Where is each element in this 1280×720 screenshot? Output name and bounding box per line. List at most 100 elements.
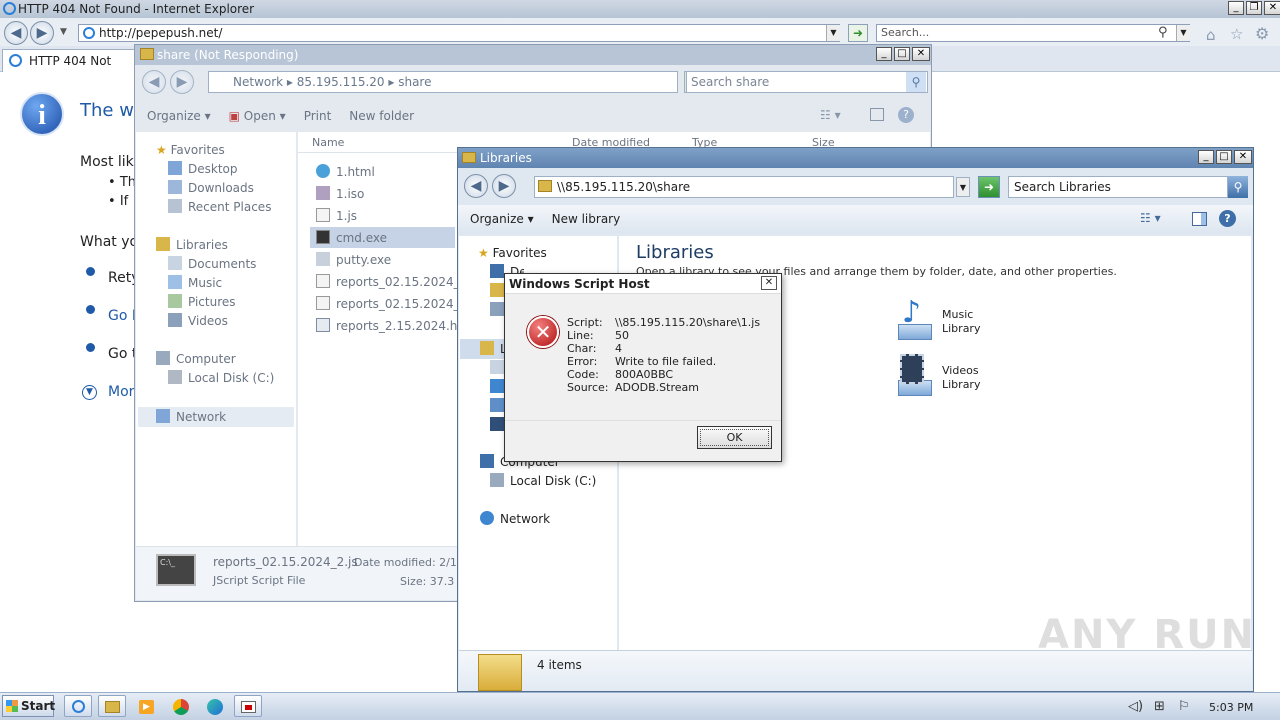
file-row[interactable]: 1.html xyxy=(316,161,481,183)
music-library-icon[interactable]: ♪ xyxy=(890,298,934,342)
new-library-button[interactable]: New library xyxy=(552,212,621,226)
maximize-button[interactable]: □ xyxy=(1216,150,1232,164)
home-icon[interactable]: ⌂ xyxy=(1206,26,1216,44)
search-icon[interactable]: ⚲ xyxy=(1228,176,1248,198)
close-button[interactable]: ✕ xyxy=(912,47,930,61)
organize-button[interactable]: Organize ▾ xyxy=(147,109,211,123)
go-link-1[interactable]: Go I xyxy=(108,308,136,324)
music-library-label[interactable]: Music Library xyxy=(942,308,980,336)
back-button[interactable]: ◀ xyxy=(4,21,28,45)
col-name[interactable]: Name xyxy=(312,133,344,153)
file-row[interactable]: reports_02.15.2024_1.js xyxy=(316,271,481,293)
ie-search-input[interactable]: Search... xyxy=(876,24,1190,42)
back-button[interactable]: ◀ xyxy=(464,174,488,198)
minimize-button[interactable]: _ xyxy=(1198,150,1214,164)
tree-favorites[interactable]: ★ Favorites xyxy=(478,244,547,263)
favorites-star-icon[interactable]: ☆ xyxy=(1230,25,1243,43)
help-icon[interactable]: ? xyxy=(1219,210,1236,227)
tree-downloads[interactable]: Downloads xyxy=(156,179,274,198)
back-button[interactable]: ◀ xyxy=(142,70,166,94)
libraries-search-input[interactable]: Search Libraries xyxy=(1008,176,1228,198)
tree-videos[interactable]: Videos xyxy=(156,312,274,331)
file-row[interactable]: 1.iso xyxy=(316,183,481,205)
tree-documents[interactable]: Documents xyxy=(156,255,274,274)
tree-recent[interactable]: Recent Places xyxy=(156,198,274,217)
tree-music[interactable]: Music xyxy=(156,274,274,293)
close-button[interactable]: ✕ xyxy=(1234,150,1252,164)
close-button[interactable]: ✕ xyxy=(1264,1,1280,15)
tree-videos-label: Videos xyxy=(188,314,228,328)
active-app-taskbar-icon[interactable] xyxy=(234,695,262,717)
print-button[interactable]: Print xyxy=(304,109,332,123)
preview-pane-icon[interactable] xyxy=(1192,212,1207,226)
address-dropdown-button[interactable]: ▼ xyxy=(956,177,970,197)
volume-icon[interactable]: ◁) xyxy=(1128,699,1143,714)
cmd-file-icon xyxy=(316,230,330,244)
view-options-icon[interactable]: ☷ ▾ xyxy=(820,108,841,122)
videos-library-icon[interactable] xyxy=(890,354,934,398)
search-icon[interactable]: ⚲ xyxy=(906,72,926,92)
edge-taskbar-icon[interactable] xyxy=(200,695,228,717)
clock[interactable]: 5:03 PM xyxy=(1209,701,1253,714)
breadcrumb-0[interactable]: Network xyxy=(233,75,283,89)
tree-recent-label: Recent Places xyxy=(188,200,272,214)
file-row-selected[interactable]: cmd.exe xyxy=(316,227,481,249)
file-name: 1.html xyxy=(336,165,375,179)
history-dropdown-icon[interactable]: ▼ xyxy=(60,27,67,37)
tree-computer[interactable]: Computer xyxy=(156,350,274,369)
go-arrow-icon[interactable]: ➜ xyxy=(848,24,868,42)
tree-local-disk[interactable]: Local Disk (C:) xyxy=(480,472,596,491)
preview-pane-icon[interactable] xyxy=(870,108,884,121)
tree-network[interactable]: Network xyxy=(156,407,226,427)
media-player-taskbar-icon[interactable]: ▶ xyxy=(132,695,160,717)
organize-button[interactable]: Organize ▾ xyxy=(470,212,534,226)
tools-gear-icon[interactable]: ⚙ xyxy=(1255,24,1269,43)
search-icon[interactable]: ⚲ xyxy=(1158,25,1168,40)
tree-pictures[interactable]: Pictures xyxy=(156,293,274,312)
ie-taskbar-icon[interactable] xyxy=(64,695,92,717)
ok-button[interactable]: OK xyxy=(697,426,772,449)
videos-library-label[interactable]: Videos Library xyxy=(942,364,980,392)
file-row[interactable]: reports_2.15.2024.hta xyxy=(316,315,481,337)
breadcrumb-2[interactable]: share xyxy=(398,75,431,89)
search-dropdown-button[interactable]: ▼ xyxy=(1176,25,1190,41)
more-link[interactable]: Mor xyxy=(108,384,134,400)
address-dropdown-button[interactable]: ▼ xyxy=(826,25,840,41)
file-row[interactable]: putty.exe xyxy=(316,249,481,271)
dialog-close-button[interactable]: ✕ xyxy=(761,276,777,290)
explorer-taskbar-icon[interactable] xyxy=(98,695,126,717)
tab-404[interactable]: HTTP 404 Not Found xyxy=(2,49,136,90)
forward-button[interactable]: ▶ xyxy=(170,70,194,94)
maximize-button[interactable]: □ xyxy=(894,47,910,61)
network-tray-icon[interactable]: ⊞ xyxy=(1154,699,1165,714)
libraries-address-bar[interactable]: \\85.195.115.20\share xyxy=(534,176,954,198)
chrome-taskbar-icon[interactable] xyxy=(166,695,194,717)
breadcrumb-1[interactable]: 85.195.115.20 xyxy=(297,75,385,89)
view-options-icon[interactable]: ☷ ▾ xyxy=(1140,211,1161,225)
forward-button[interactable]: ▶ xyxy=(492,174,516,198)
music-icon xyxy=(168,275,182,289)
minimize-button[interactable]: _ xyxy=(1228,1,1244,15)
share-search-input[interactable]: Search share xyxy=(686,71,928,93)
start-button[interactable]: Start xyxy=(2,695,55,717)
file-row[interactable]: reports_02.15.2024_2.js xyxy=(316,293,481,315)
open-button[interactable]: ▣ Open ▾ xyxy=(229,109,286,123)
help-icon[interactable]: ? xyxy=(898,107,914,123)
label-char: Char: xyxy=(567,342,597,355)
file-row[interactable]: 1.js xyxy=(316,205,481,227)
share-breadcrumb[interactable]: Network ▸ 85.195.115.20 ▸ share xyxy=(208,71,678,93)
forward-button[interactable]: ▶ xyxy=(30,21,54,45)
minimize-button[interactable]: _ xyxy=(876,47,892,61)
hta-file-icon xyxy=(316,318,330,332)
tree-favorites[interactable]: ★ Favorites xyxy=(156,141,274,160)
tree-local-disk[interactable]: Local Disk (C:) xyxy=(156,369,274,388)
new-folder-button[interactable]: New folder xyxy=(349,109,414,123)
tree-desktop[interactable]: Desktop xyxy=(156,160,274,179)
maximize-button[interactable]: ❐ xyxy=(1246,1,1262,15)
tree-libraries[interactable]: Libraries xyxy=(156,236,274,255)
address-bar[interactable]: http://pepepush.net/ xyxy=(78,24,840,42)
expand-chevron-icon[interactable]: ▼ xyxy=(82,385,97,400)
go-arrow-icon[interactable]: ➜ xyxy=(978,176,1000,198)
tree-network[interactable]: Network xyxy=(480,510,596,529)
action-center-flag-icon[interactable]: ⚐ xyxy=(1178,699,1190,714)
